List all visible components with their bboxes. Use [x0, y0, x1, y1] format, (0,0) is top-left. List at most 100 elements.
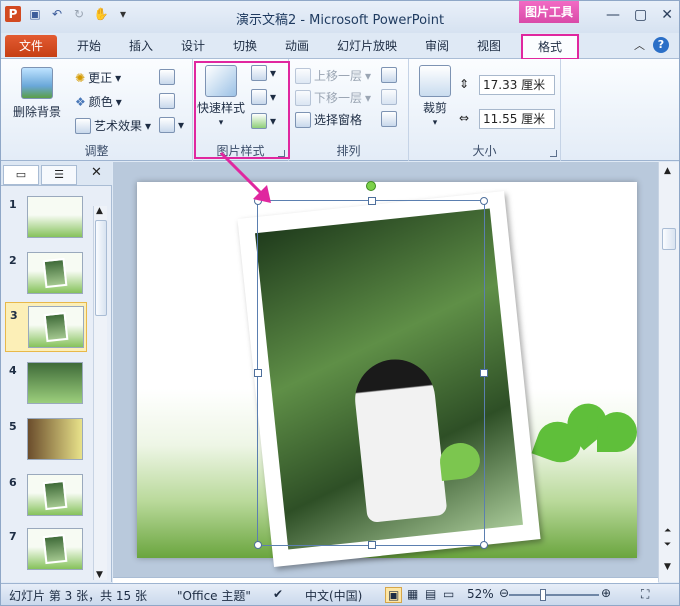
group-objects-button[interactable] [381, 89, 397, 105]
ribbon: 删除背景 ✺ 更正 ▾ ❖ 颜色 ▾ 艺术效果 ▾ ▾ 调整 快速样式 ▾ ▾ … [1, 59, 679, 161]
tab-slides-view[interactable]: ▭ [3, 165, 39, 185]
height-input[interactable]: 17.33 厘米 [479, 75, 555, 95]
slide-thumbnail [28, 306, 84, 348]
resize-handle-s[interactable] [368, 541, 376, 549]
tab-file[interactable]: 文件 [5, 35, 57, 57]
tab-outline-view[interactable]: ☰ [41, 165, 77, 185]
slide-thumb-6[interactable]: 6 [5, 472, 87, 520]
slide-thumb-1[interactable]: 1 [5, 194, 87, 242]
tab-review[interactable]: 审阅 [425, 37, 449, 54]
minimize-ribbon-icon[interactable]: ︿ [634, 37, 645, 53]
slide-thumb-5[interactable]: 5 [5, 416, 87, 464]
artistic-effects-button[interactable]: 艺术效果 ▾ [75, 117, 151, 134]
tab-animations[interactable]: 动画 [285, 37, 309, 54]
tab-transitions[interactable]: 切换 [233, 37, 257, 54]
scroll-up-icon[interactable]: ▲ [664, 166, 671, 176]
slide-thumbnail [27, 362, 83, 404]
tab-home[interactable]: 开始 [77, 37, 101, 54]
remove-background-button[interactable]: 删除背景 [13, 67, 61, 120]
slide-thumbnail [27, 474, 83, 516]
scroll-up-icon[interactable]: ▲ [96, 206, 103, 216]
scroll-down-icon[interactable]: ▼ [664, 562, 671, 572]
resize-handle-sw[interactable] [254, 541, 262, 549]
bring-forward-icon [295, 67, 311, 84]
selection-pane-button[interactable]: 选择窗格 [295, 111, 362, 128]
rotate-icon [381, 111, 397, 127]
group-icon [381, 89, 397, 105]
width-input[interactable]: 11.55 厘米 [479, 109, 555, 129]
size-dialog-launcher[interactable] [550, 150, 557, 157]
slide-thumbnail [27, 196, 83, 238]
tab-design[interactable]: 设计 [181, 37, 205, 54]
tab-view[interactable]: 视图 [477, 37, 501, 54]
slide-thumbnail [27, 528, 83, 570]
group-adjust: 删除背景 ✺ 更正 ▾ ❖ 颜色 ▾ 艺术效果 ▾ ▾ 调整 [1, 59, 193, 161]
slide-editor [113, 162, 658, 582]
tab-slideshow[interactable]: 幻灯片放映 [337, 37, 397, 54]
slide-canvas[interactable] [137, 181, 637, 568]
maximize-button[interactable]: ▢ [634, 7, 647, 23]
slide-thumbnail [27, 252, 83, 294]
sun-icon: ✺ [75, 70, 86, 85]
zoom-slider-knob[interactable] [540, 589, 547, 601]
zoom-in-icon[interactable]: ⊕ [601, 586, 611, 600]
change-picture-button[interactable] [159, 93, 175, 109]
slideshow-view-icon[interactable]: ▭ [443, 587, 454, 601]
reset-picture-icon [159, 117, 175, 133]
resize-handle-n[interactable] [368, 197, 376, 205]
picture-styles-highlight [194, 61, 290, 159]
rotate-button[interactable] [381, 111, 397, 127]
status-bar: 幻灯片 第 3 张，共 15 张 "Office 主题" ✔ 中文(中国) ▣ … [1, 583, 679, 605]
send-backward-button[interactable]: 下移一层 ▾ [295, 89, 371, 106]
slides-scrollbar[interactable]: ▲ ▼ [93, 206, 107, 580]
minimize-button[interactable]: — [606, 7, 620, 23]
tab-insert[interactable]: 插入 [129, 37, 153, 54]
slide-thumb-2[interactable]: 2 [5, 250, 87, 298]
slides-pane-tabs: ▭ ☰ ✕ [1, 162, 112, 186]
previous-slide-icon[interactable]: ⏶ [664, 526, 671, 536]
reading-view-icon[interactable]: ▤ [425, 587, 436, 601]
zoom-out-icon[interactable]: ⊖ [499, 586, 509, 600]
crop-button[interactable]: 裁剪 ▾ [419, 65, 451, 128]
color-button[interactable]: ❖ 颜色 ▾ [75, 93, 122, 110]
slide-sorter-icon[interactable]: ▦ [407, 587, 418, 601]
resize-handle-e[interactable] [480, 369, 488, 377]
align-button[interactable] [381, 67, 397, 83]
close-pane-icon[interactable]: ✕ [91, 165, 102, 180]
language-indicator[interactable]: 中文(中国) [305, 587, 362, 604]
selection-pane-icon [295, 111, 311, 128]
slide-thumb-7[interactable]: 7 [5, 526, 87, 574]
send-backward-icon [295, 89, 311, 106]
normal-view-icon[interactable]: ▣ [385, 587, 403, 603]
rotate-handle[interactable] [366, 181, 376, 191]
picture-tools-context-label: 图片工具 [519, 1, 579, 23]
reset-picture-button[interactable]: ▾ [159, 117, 184, 133]
spellcheck-icon[interactable]: ✔ [273, 587, 283, 601]
resize-handle-se[interactable] [480, 541, 488, 549]
bring-forward-button[interactable]: 上移一层 ▾ [295, 67, 371, 84]
compress-pictures-button[interactable] [159, 69, 175, 85]
slides-pane: ▭ ☰ ✕ 1 2 3 4 5 6 7 ▲ ▼ [1, 162, 112, 582]
scroll-down-icon[interactable]: ▼ [96, 570, 103, 580]
next-slide-icon[interactable]: ⏷ [664, 540, 671, 550]
help-icon[interactable]: ? [653, 37, 669, 53]
correct-button[interactable]: ✺ 更正 ▾ [75, 69, 121, 86]
fit-to-window-icon[interactable]: ⛶ [641, 587, 649, 602]
slide-thumb-4[interactable]: 4 [5, 360, 87, 408]
resize-handle-w[interactable] [254, 369, 262, 377]
callout-arrow [219, 151, 271, 203]
scrollbar-thumb[interactable] [662, 228, 676, 250]
ribbon-tabs: 文件 开始 插入 设计 切换 动画 幻灯片放映 审阅 视图 格式 ︿ ? [1, 33, 679, 60]
close-button[interactable]: ✕ [661, 7, 673, 23]
slide-thumb-3[interactable]: 3 [5, 302, 87, 352]
compress-icon [159, 69, 175, 85]
scrollbar-thumb[interactable] [95, 220, 107, 316]
zoom-slider[interactable]: ⊖ ⊕ [499, 586, 611, 601]
theme-name[interactable]: "Office 主题" [177, 587, 251, 604]
ribbon-help-area: ︿ ? [634, 37, 669, 53]
editor-scrollbar[interactable]: ▲ ⏶ ⏷ ▼ [658, 162, 679, 582]
tab-format[interactable]: 格式 [521, 34, 579, 60]
slide-thumbnail [27, 418, 83, 460]
resize-handle-ne[interactable] [480, 197, 488, 205]
zoom-level[interactable]: 52% [467, 587, 494, 601]
